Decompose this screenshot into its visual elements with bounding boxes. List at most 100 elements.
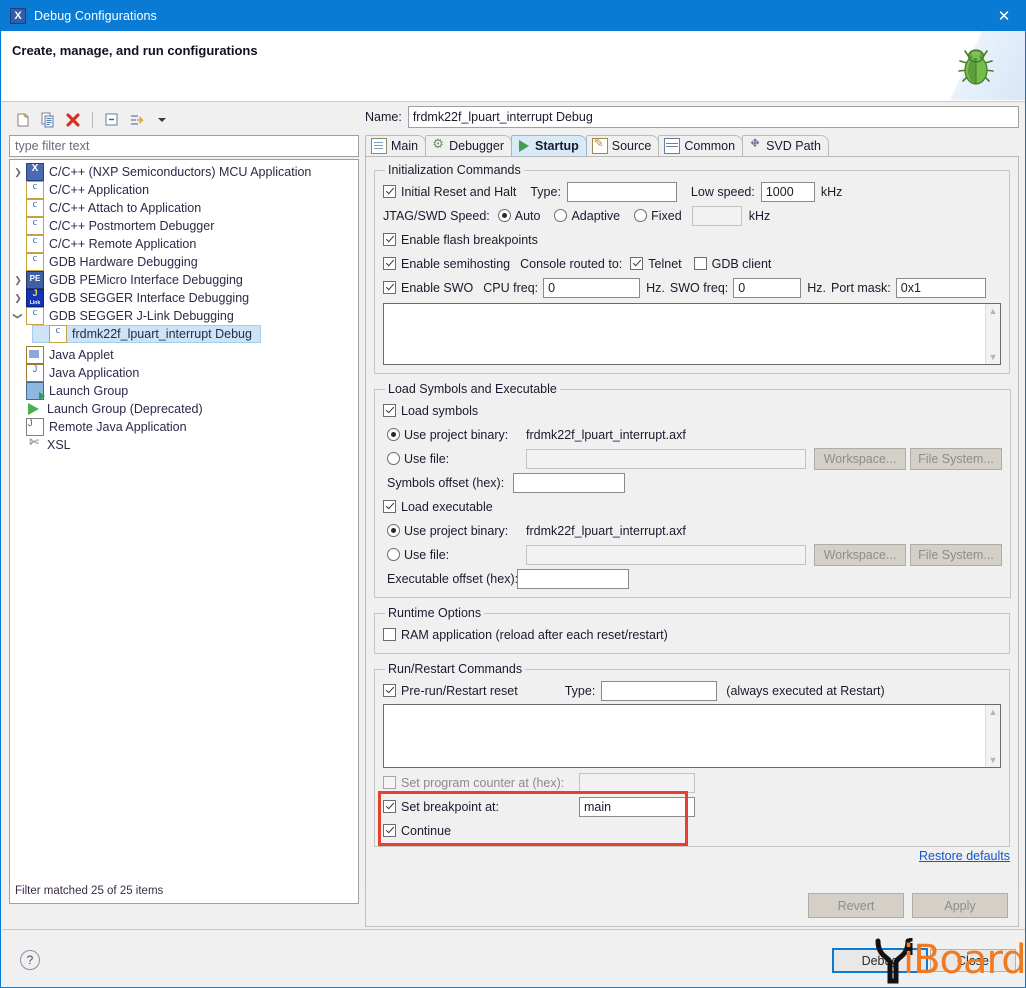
initialization-commands-scrollbar[interactable]: ▲ ▼ <box>985 304 1000 364</box>
tree-item[interactable]: Launch Group <box>10 382 358 400</box>
symbols-use-project-radio[interactable] <box>387 428 400 441</box>
symbols-filesystem-button[interactable]: File System... <box>910 447 1002 470</box>
close-icon[interactable]: ✕ <box>981 1 1025 31</box>
initialization-commands-text <box>384 304 1000 310</box>
jtag-fixed-input[interactable] <box>691 205 742 226</box>
set-program-counter-checkbox[interactable] <box>383 776 396 789</box>
tree-item[interactable]: ❯ GDB SEGGER Interface Debugging <box>10 288 358 307</box>
jtag-fixed-radio[interactable] <box>634 209 648 222</box>
tab-source[interactable]: Source <box>585 135 660 156</box>
prerun-reset-checkbox[interactable] <box>383 684 396 697</box>
load-symbols-label: Load symbols <box>401 403 479 418</box>
configuration-editor: Name: frdmk22f_lpuart_interrupt Debug Ma… <box>365 106 1019 897</box>
delete-configuration-icon[interactable] <box>62 109 84 131</box>
name-input[interactable]: frdmk22f_lpuart_interrupt Debug <box>407 106 1019 128</box>
scroll-up-icon[interactable]: ▲ <box>989 306 998 316</box>
executable-use-project-radio[interactable] <box>387 524 400 537</box>
tree-item[interactable]: C/C++ Remote Application <box>10 235 358 253</box>
run-restart-commands-scrollbar[interactable]: ▲ ▼ <box>985 705 1000 767</box>
tree-item[interactable]: ❯ C/C++ (NXP Semiconductors) MCU Applicat… <box>10 163 358 181</box>
tree-item[interactable]: C/C++ Postmortem Debugger <box>10 217 358 235</box>
tab-debugger[interactable]: Debugger <box>425 135 512 156</box>
tree-item[interactable]: Launch Group (Deprecated) <box>10 400 358 418</box>
run-restart-commands-textarea[interactable]: ▲ ▼ <box>383 704 1001 768</box>
tree-item[interactable]: C/C++ Application <box>10 181 358 199</box>
swo-checkbox[interactable] <box>383 281 396 294</box>
tree-item[interactable]: ❯ GDB PEMicro Interface Debugging <box>10 271 358 289</box>
gdb-client-checkbox[interactable] <box>693 257 707 270</box>
dialog-header: Create, manage, and run configurations <box>2 31 1025 102</box>
chevron-right-icon[interactable]: ❯ <box>10 163 26 181</box>
scroll-down-icon[interactable]: ▼ <box>989 755 998 765</box>
tab-svd-path[interactable]: SVD Path <box>742 135 829 156</box>
debug-button[interactable]: Debug <box>832 948 928 973</box>
scroll-up-icon[interactable]: ▲ <box>989 707 998 717</box>
chevron-down-icon[interactable]: ❯ <box>10 308 27 324</box>
apply-button[interactable]: Apply <box>912 893 1008 918</box>
restore-defaults-link[interactable]: Restore defaults <box>374 849 1010 863</box>
cpu-freq-input[interactable]: 0 <box>543 277 641 298</box>
tree-item[interactable]: Java Applet <box>10 346 358 364</box>
filter-icon[interactable] <box>126 109 148 131</box>
tab-startup[interactable]: Startup <box>511 135 587 156</box>
ram-application-checkbox[interactable] <box>383 628 396 641</box>
set-breakpoint-input[interactable]: main <box>579 796 695 817</box>
configurations-tree[interactable]: ❯ C/C++ (NXP Semiconductors) MCU Applicat… <box>9 159 359 904</box>
symbols-offset-input[interactable] <box>513 472 625 493</box>
symbols-use-file-radio[interactable] <box>387 452 400 465</box>
chevron-right-icon[interactable]: ❯ <box>10 289 26 307</box>
chevron-right-icon[interactable]: ❯ <box>10 271 26 289</box>
set-program-counter-row: Set program counter at (hex): <box>383 772 1001 793</box>
tab-bar[interactable]: Main Debugger Startup Source Common SVD Path <box>365 134 1019 157</box>
symbols-workspace-button[interactable]: Workspace... <box>814 447 906 470</box>
load-symbols-checkbox[interactable] <box>383 404 396 417</box>
prerun-type-input[interactable] <box>601 680 718 701</box>
tree-item[interactable]: Java Application <box>10 364 358 382</box>
tab-main[interactable]: Main <box>365 135 427 156</box>
telnet-checkbox[interactable] <box>630 257 644 270</box>
tree-item[interactable]: Remote Java Application <box>10 418 358 436</box>
filter-input[interactable]: type filter text <box>9 135 359 157</box>
symbols-file-input[interactable] <box>526 448 806 469</box>
collapse-all-icon[interactable] <box>101 109 123 131</box>
set-breakpoint-checkbox[interactable] <box>383 800 396 813</box>
semihosting-checkbox[interactable] <box>383 257 396 270</box>
tree-item[interactable]: GDB Hardware Debugging <box>10 253 358 271</box>
port-mask-label: Port mask: <box>831 280 891 295</box>
help-question-icon[interactable]: ? <box>20 950 40 970</box>
jtag-auto-radio[interactable] <box>497 209 511 222</box>
port-mask-input[interactable]: 0x1 <box>895 277 986 298</box>
initial-reset-row: Initial Reset and Halt Type: Low speed: … <box>383 181 1001 202</box>
swo-freq-input[interactable]: 0 <box>733 277 802 298</box>
initialization-commands-textarea[interactable]: ▲ ▼ <box>383 303 1001 365</box>
executable-workspace-button[interactable]: Workspace... <box>814 543 906 566</box>
initial-reset-checkbox[interactable] <box>383 185 396 198</box>
executable-file-input[interactable] <box>526 544 806 565</box>
tab-common[interactable]: Common <box>658 135 744 156</box>
tree-item[interactable]: XSL <box>10 435 358 454</box>
close-button[interactable]: Close <box>930 949 1016 972</box>
low-speed-input[interactable]: 1000 <box>760 181 815 202</box>
executable-offset-input[interactable] <box>517 568 629 589</box>
continue-checkbox[interactable] <box>383 824 396 837</box>
executable-use-file-radio[interactable] <box>387 548 400 561</box>
set-program-counter-input[interactable] <box>579 772 695 793</box>
duplicate-configuration-icon[interactable] <box>37 109 59 131</box>
revert-apply-bar: Revert Apply <box>365 885 1019 927</box>
xsl-icon <box>26 435 42 453</box>
reset-type-input[interactable] <box>566 181 677 202</box>
jtag-adaptive-radio[interactable] <box>554 209 568 222</box>
tree-item[interactable]: frdmk22f_lpuart_interrupt Debug <box>32 325 261 343</box>
tree-item[interactable]: ❯ GDB SEGGER J-Link Debugging <box>10 307 358 325</box>
symbols-offset-label: Symbols offset (hex): <box>387 475 505 490</box>
executable-filesystem-button[interactable]: File System... <box>910 543 1002 566</box>
revert-button[interactable]: Revert <box>808 893 904 918</box>
tree-item[interactable]: C/C++ Attach to Application <box>10 199 358 217</box>
view-menu-chevron-icon[interactable] <box>151 109 173 131</box>
flash-breakpoints-checkbox[interactable] <box>383 233 396 246</box>
load-executable-checkbox[interactable] <box>383 500 396 513</box>
new-configuration-icon[interactable] <box>12 109 34 131</box>
scroll-down-icon[interactable]: ▼ <box>989 352 998 362</box>
ram-application-row: RAM application (reload after each reset… <box>383 624 1001 645</box>
tab-label: SVD Path <box>766 139 821 153</box>
